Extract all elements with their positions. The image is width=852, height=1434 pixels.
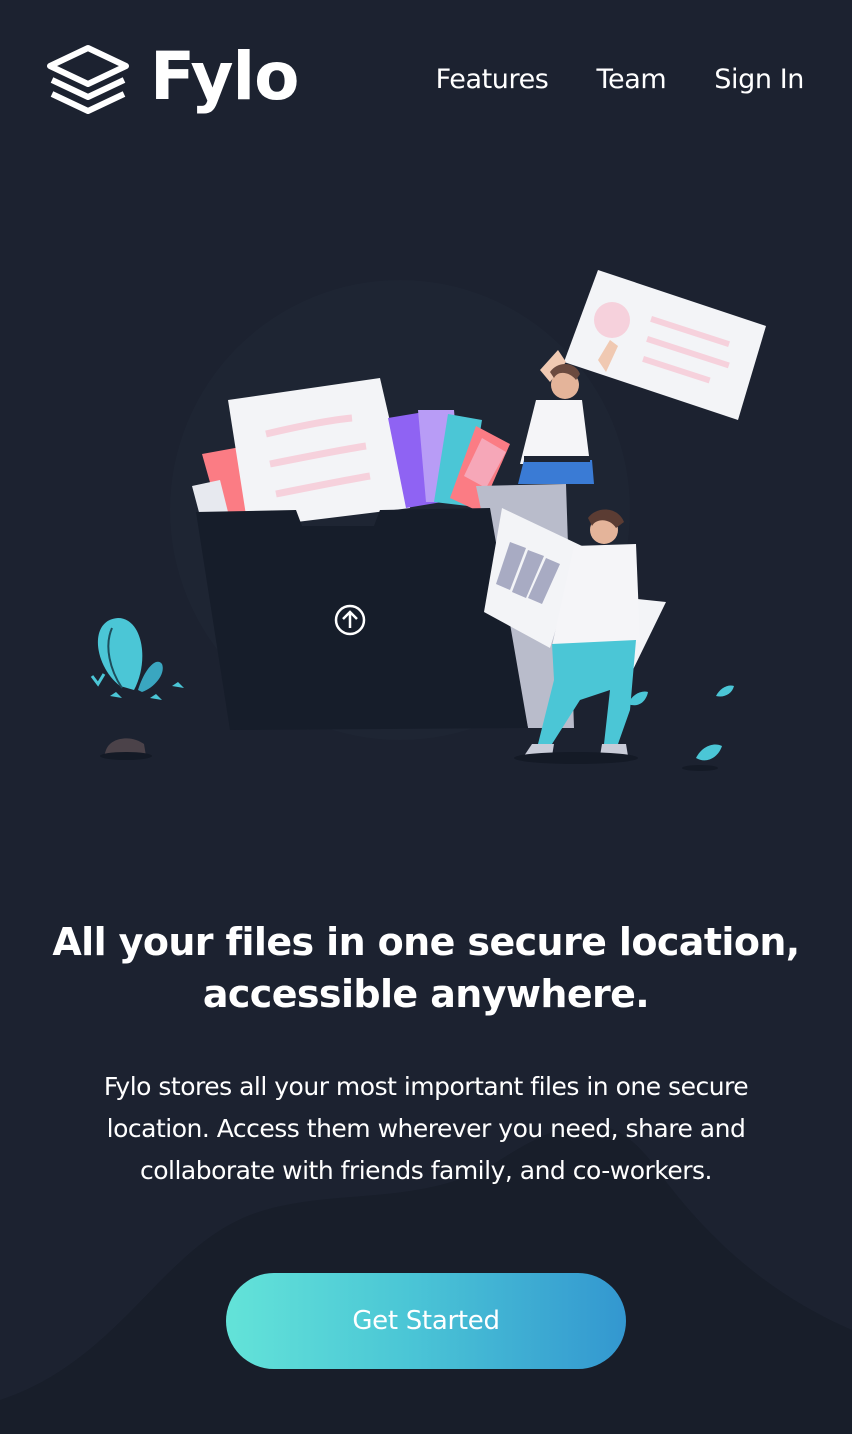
hero-description: Fylo stores all your most important file… — [103, 1072, 749, 1185]
site-header: Fylo Features Team Sign In — [0, 0, 852, 170]
landing-page: Fylo Features Team Sign In All your file… — [0, 0, 852, 1434]
nav-team-link[interactable]: Team — [596, 64, 666, 95]
stacked-layers-icon — [47, 45, 129, 114]
get-started-button[interactable]: Get Started — [226, 1273, 626, 1369]
hero-illustration — [90, 270, 766, 771]
hero-title: All your files in one secure location, a… — [52, 920, 800, 1016]
nav-features-link[interactable]: Features — [436, 64, 549, 95]
brand-logo[interactable]: Fylo — [46, 38, 299, 118]
nav-sign-in-link[interactable]: Sign In — [714, 64, 804, 95]
hero-section: All your files in one secure location, a… — [0, 916, 852, 1192]
brand-name: Fylo — [150, 38, 299, 115]
main-nav: Features Team Sign In — [436, 64, 805, 95]
